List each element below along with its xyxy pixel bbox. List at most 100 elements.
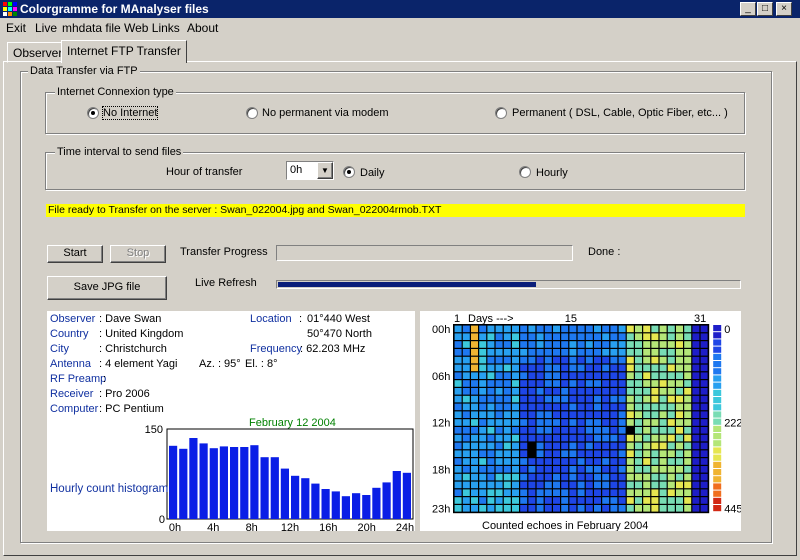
histogram-x-tick-label: 12h: [281, 522, 299, 531]
heatmap-cell: [626, 458, 634, 465]
heatmap-cell: [626, 356, 634, 364]
menu-mhdata-file[interactable]: mhdata file: [62, 21, 121, 35]
heatmap-cell: [512, 364, 519, 372]
heatmap-cell: [602, 349, 610, 356]
heatmap-cell: [553, 419, 560, 426]
heatmap-cell: [528, 349, 536, 356]
heatmap-cell: [684, 473, 692, 481]
stop-button[interactable]: Stop: [110, 245, 166, 263]
chevron-down-icon[interactable]: ▼: [317, 162, 333, 179]
heatmap-cell: [585, 450, 593, 457]
radio-daily[interactable]: [343, 166, 355, 178]
heatmap-cell: [569, 364, 577, 372]
radio-no-internet[interactable]: [87, 107, 99, 119]
heatmap-cell: [503, 489, 511, 496]
done-label: Done :: [588, 246, 621, 258]
label-modem[interactable]: No permanent via modem: [262, 107, 389, 119]
heatmap-cell: [594, 481, 601, 489]
minimize-button[interactable]: _: [740, 2, 756, 16]
heatmap-cell: [577, 442, 585, 450]
radio-hourly[interactable]: [519, 166, 531, 178]
title-bar[interactable]: Colorgramme for MAnalyser files _ □ ×: [0, 0, 800, 18]
heatmap-cell: [487, 403, 495, 411]
heatmap-caption: Counted echoes in February 2004: [482, 520, 648, 531]
heatmap-cell: [585, 372, 593, 379]
heatmap-cell: [594, 411, 601, 418]
heatmap-cell: [462, 450, 470, 457]
label-daily[interactable]: Daily: [360, 167, 384, 179]
heatmap-cell: [659, 403, 667, 411]
tab-internet-ftp-transfer[interactable]: Internet FTP Transfer: [61, 40, 187, 63]
heatmap-cell: [610, 434, 618, 442]
heatmap-cell: [692, 466, 700, 473]
menu-about[interactable]: About: [187, 21, 218, 35]
heatmap-cell: [454, 427, 462, 434]
heatmap-cell: [512, 403, 519, 411]
heatmap-cell: [692, 442, 700, 450]
heatmap-cell: [651, 481, 659, 489]
heatmap-cell: [561, 419, 569, 426]
heatmap-cell: [585, 473, 593, 481]
heatmap-cell: [659, 356, 667, 364]
heatmap-cell: [659, 395, 667, 403]
heatmap-cell: [577, 411, 585, 418]
histogram-x-tick-label: 4h: [207, 522, 219, 531]
histogram-bar: [341, 496, 350, 519]
tab-observer[interactable]: Observer: [7, 42, 69, 63]
heatmap-cell: [626, 325, 634, 333]
radio-permanent[interactable]: [495, 107, 507, 119]
heatmap-cell: [536, 364, 544, 372]
heatmap-cell: [569, 333, 577, 340]
close-button[interactable]: ×: [776, 2, 792, 16]
heatmap-cell: [512, 380, 519, 387]
heatmap-cell: [667, 427, 675, 434]
heatmap-cell: [471, 481, 478, 489]
heatmap-cell: [536, 481, 544, 489]
heatmap-cell: [528, 403, 536, 411]
transfer-progress-label: Transfer Progress: [180, 246, 268, 258]
heatmap-cell: [635, 466, 642, 473]
color-scale-step: [713, 411, 722, 418]
menu-exit[interactable]: Exit: [6, 21, 26, 35]
heatmap-cell: [618, 349, 626, 356]
heatmap-cell: [561, 356, 569, 364]
histogram-bar: [199, 443, 208, 519]
heatmap-cell: [700, 325, 708, 333]
menu-live[interactable]: Live: [35, 21, 57, 35]
heatmap-cell: [667, 442, 675, 450]
label-permanent[interactable]: Permanent ( DSL, Cable, Optic Fiber, etc…: [512, 107, 728, 119]
heatmap-cell: [487, 427, 495, 434]
heatmap-cell: [520, 388, 528, 395]
histogram-bar: [382, 482, 391, 519]
live-refresh-progress-bar: [276, 280, 741, 289]
hourly-histogram-chart: 150 0 0h 4h 8h 12h 16h 20h 24h: [145, 424, 415, 531]
heatmap-cell: [585, 325, 593, 333]
start-button[interactable]: Start: [47, 245, 103, 263]
save-jpg-button[interactable]: Save JPG file: [47, 276, 167, 300]
label-hourly[interactable]: Hourly: [536, 167, 568, 179]
hour-select[interactable]: 0h ▼: [286, 161, 334, 180]
heatmap-cell: [577, 458, 585, 465]
menu-web-links[interactable]: Web Links: [124, 21, 180, 35]
heatmap-cell: [479, 372, 487, 379]
heatmap-cell: [577, 333, 585, 340]
heatmap-cell: [626, 505, 634, 512]
heatmap-cell: [700, 411, 708, 418]
heatmap-cell: [577, 325, 585, 333]
label-no-internet[interactable]: No Internet: [101, 106, 159, 120]
heatmap-cell: [454, 466, 462, 473]
radio-modem[interactable]: [246, 107, 258, 119]
heatmap-hour-label: 06h: [432, 371, 450, 383]
heatmap-cell: [684, 450, 692, 457]
histogram-y-min-label: 0: [159, 514, 165, 526]
heatmap-cell: [503, 419, 511, 426]
heatmap-cell: [692, 333, 700, 340]
heatmap-cell: [643, 481, 651, 489]
heatmap-cell: [520, 481, 528, 489]
heatmap-cell: [585, 419, 593, 426]
color-scale-step: [713, 382, 722, 389]
heatmap-cell: [536, 434, 544, 442]
maximize-button[interactable]: □: [757, 2, 773, 16]
heatmap-cell: [667, 466, 675, 473]
heatmap-cell: [659, 434, 667, 442]
